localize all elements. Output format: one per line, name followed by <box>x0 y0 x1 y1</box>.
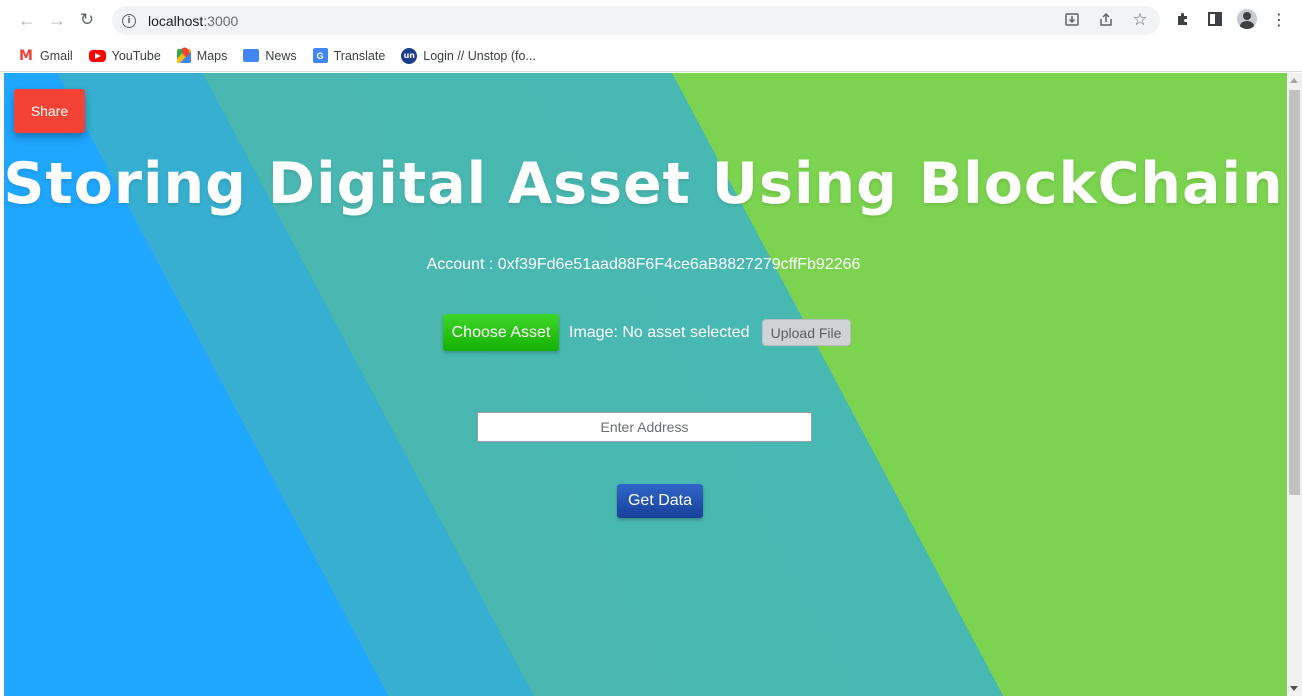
bookmark-unstop[interactable]: un Login // Unstop (fo... <box>401 47 536 64</box>
upload-file-button[interactable]: Upload File <box>761 319 851 346</box>
bookmark-translate[interactable]: G Translate <box>312 48 386 63</box>
bookmark-label: Translate <box>333 48 386 63</box>
gmail-icon: M <box>19 47 33 64</box>
vertical-scrollbar[interactable] <box>1287 73 1302 696</box>
bookmark-maps[interactable]: Maps <box>176 48 228 63</box>
youtube-icon <box>88 49 106 62</box>
bookmark-label: Login // Unstop (fo... <box>423 48 536 63</box>
side-panel-icon[interactable] <box>1204 8 1226 30</box>
scroll-up-arrow-icon[interactable] <box>1290 78 1298 83</box>
bookmark-label: Gmail <box>40 48 73 63</box>
page-title: Storing Digital Asset Using BlockChain <box>3 151 1284 217</box>
scroll-thumb[interactable] <box>1289 90 1300 495</box>
account-address: Account : 0xf39Fd6e51aad88F6F4ce6aB88272… <box>426 256 861 273</box>
kebab-menu-icon[interactable]: ⋮ <box>1268 8 1290 30</box>
url-text: localhost:3000 <box>148 13 238 29</box>
puzzle-icon[interactable] <box>1172 8 1194 30</box>
profile-icon[interactable] <box>1236 8 1258 30</box>
maps-icon <box>176 48 191 63</box>
news-icon <box>243 46 260 62</box>
url-port: :3000 <box>203 12 239 29</box>
get-data-button[interactable]: Get Data <box>617 484 703 518</box>
forward-arrow-icon[interactable]: → <box>42 5 72 35</box>
unstop-icon: un <box>401 47 418 64</box>
scroll-down-arrow-icon[interactable] <box>1290 686 1298 691</box>
bookmark-label: News <box>265 48 297 63</box>
bookmark-news[interactable]: News <box>243 46 297 63</box>
choose-asset-button[interactable]: Choose Asset <box>443 314 559 351</box>
bookmark-label: YouTube <box>111 48 161 63</box>
back-arrow-icon[interactable]: ← <box>12 5 42 35</box>
app-page: Share Storing Digital Asset Using BlockC… <box>0 73 1287 696</box>
bookmark-gmail[interactable]: M Gmail <box>18 47 73 64</box>
address-bar[interactable]: i localhost:3000 ☆ <box>112 6 1160 35</box>
share-icon[interactable] <box>1096 10 1116 30</box>
share-button[interactable]: Share <box>14 89 85 133</box>
bookmark-label: Maps <box>196 48 228 63</box>
reload-icon[interactable]: ↻ <box>72 5 102 35</box>
url-host: localhost <box>148 12 204 29</box>
bookmarks-bar: M Gmail YouTube Maps News G Translate un… <box>0 40 1302 72</box>
address-input[interactable] <box>477 412 812 442</box>
image-status: Image: No asset selected <box>569 323 750 341</box>
translate-icon: G <box>312 48 328 63</box>
star-icon[interactable]: ☆ <box>1130 10 1150 30</box>
upload-form: Choose Asset Image: No asset selected Up… <box>443 314 851 351</box>
bookmark-youtube[interactable]: YouTube <box>88 48 161 63</box>
install-icon[interactable] <box>1062 10 1082 30</box>
browser-toolbar: ← → ↻ i localhost:3000 ☆ ⋮ <box>0 0 1302 40</box>
info-icon[interactable]: i <box>122 13 136 28</box>
page-viewport: Share Storing Digital Asset Using BlockC… <box>0 73 1302 696</box>
